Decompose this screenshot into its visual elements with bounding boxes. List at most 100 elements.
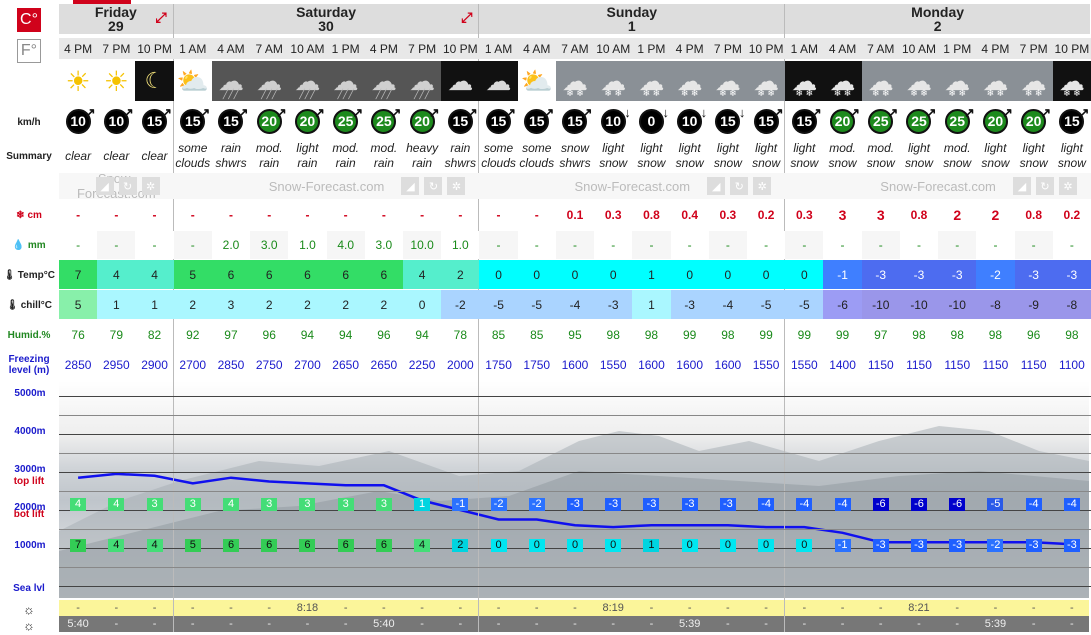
altitude-label: 1000m xyxy=(14,540,46,551)
bot-lift-temp: 5 xyxy=(184,539,201,552)
humidity-cell: 98 xyxy=(950,328,964,342)
refresh-icon[interactable]: ↻ xyxy=(118,177,137,195)
wind-speed-badge: 15 ↗ xyxy=(180,105,210,134)
wind-cell: 20 ↗ xyxy=(403,103,441,139)
sunrise-cell: - xyxy=(955,618,960,630)
summary-cell: rain shwrs xyxy=(215,141,247,170)
cloud-rain-icon: ☁ ╱╱╱ xyxy=(403,61,442,101)
altitude-label: 5000m xyxy=(14,388,46,399)
sunrise-icon: ☼ xyxy=(23,617,35,633)
share-icon[interactable]: ◢ xyxy=(401,177,420,195)
share-icon[interactable]: ◢ xyxy=(707,177,726,195)
time-label: 4 PM xyxy=(59,38,98,59)
wind-direction-icon: ↗ xyxy=(466,104,478,120)
humidity-cell: 98 xyxy=(1065,328,1079,342)
moon-icon: ☾ xyxy=(135,61,174,101)
time-label: 7 AM xyxy=(861,38,900,59)
sealevel-label: Sea lvl xyxy=(13,582,45,594)
rain-cell: - xyxy=(747,231,786,259)
expand-icon[interactable]: ⤢ xyxy=(461,10,472,24)
wind-speed-value: 10 xyxy=(70,113,86,129)
snowflake-icon: ❄ ❄ xyxy=(680,88,699,98)
top-lift-temp: 1 xyxy=(414,498,431,511)
cloud-snow-icon: ☁ ❄ ❄ xyxy=(976,61,1015,101)
snow-cell: - xyxy=(381,208,386,222)
day-header-sunday: Sunday 1 xyxy=(479,4,785,34)
rain-cell: 1.0 xyxy=(288,231,327,259)
fahrenheit-button[interactable]: F° xyxy=(17,39,41,63)
top-lift-temp: -3 xyxy=(643,498,660,511)
sunrise-cell: - xyxy=(190,618,195,630)
summary-cell: light rain xyxy=(296,141,319,170)
settings-icon[interactable]: ✲ xyxy=(1059,177,1077,195)
wind-speed-value: 15 xyxy=(758,113,774,129)
wind-speed-badge: 15 ↗ xyxy=(486,105,516,134)
wind-speed-badge: 25 ↗ xyxy=(944,105,975,134)
snowflake-icon: ❄ ❄ xyxy=(795,88,814,98)
freezing-cell: 2700 xyxy=(179,358,207,372)
raindrop-icon: ╱╱╱ xyxy=(375,89,392,99)
bot-lift-temp: -3 xyxy=(1063,539,1080,552)
rain-cell: - xyxy=(1052,231,1091,259)
rain-cell: - xyxy=(517,231,556,259)
bot-lift-temp: 0 xyxy=(796,539,813,552)
wind-speed-badge: 15 ↗ xyxy=(562,105,592,134)
sunrise-cell: - xyxy=(573,618,577,630)
day-name: Saturday xyxy=(296,4,356,20)
wind-speed-badge: 15 ↗ xyxy=(1059,105,1089,134)
wind-direction-icon: ↓ xyxy=(662,104,669,120)
settings-icon[interactable]: ✲ xyxy=(141,177,160,195)
wind-speed-badge: 10 ↗ xyxy=(65,105,96,134)
refresh-icon[interactable]: ↻ xyxy=(1036,177,1054,195)
time-label: 1 AM xyxy=(173,38,212,59)
top-lift-temp: -3 xyxy=(719,498,736,511)
wind-direction-icon: ↗ xyxy=(1078,104,1090,120)
wind-speed-badge: 25 ↗ xyxy=(868,105,898,134)
bot-lift-temp: 6 xyxy=(223,539,239,552)
wind-cell: 15 ↗ xyxy=(212,103,250,139)
snowflake-icon: ❄ ❄ xyxy=(833,88,852,98)
freezing-cell: 1750 xyxy=(523,358,551,372)
settings-icon[interactable]: ✲ xyxy=(447,177,466,195)
wind-speed-value: 15 xyxy=(1064,113,1080,129)
day-date: 1 xyxy=(627,18,636,34)
time-label: 4 AM xyxy=(517,38,556,59)
wind-direction-icon: ↗ xyxy=(772,104,784,120)
rain-cell: - xyxy=(135,231,174,259)
cloud-snow-icon: ☁ ❄ ❄ xyxy=(708,61,747,101)
sunset-cell: - xyxy=(152,602,157,614)
snow-label: ❄ cm xyxy=(0,206,58,224)
share-icon[interactable]: ◢ xyxy=(95,177,114,195)
settings-icon[interactable]: ✲ xyxy=(753,177,772,195)
refresh-icon[interactable]: ↻ xyxy=(424,177,443,195)
humidity-cell: 99 xyxy=(797,328,811,342)
refresh-icon[interactable]: ↻ xyxy=(730,177,749,195)
wind-speed-value: 20 xyxy=(1025,113,1042,129)
altitude-gridline xyxy=(59,434,1091,435)
sunrise-cell: 5:39 xyxy=(678,618,701,630)
cloud-rain-icon: ☁ ╱╱╱ xyxy=(250,61,289,101)
expand-icon[interactable]: ⤢ xyxy=(155,10,166,24)
time-label: 1 PM xyxy=(326,38,365,59)
bot-lift-temp: 1 xyxy=(643,539,660,552)
wind-speed-badge: 10 ↓ xyxy=(677,105,707,134)
wind-speed-value: 15 xyxy=(528,113,545,129)
rain-cell: 3.0 xyxy=(250,231,289,259)
day-name: Monday xyxy=(911,4,965,20)
summary-cell: mod. rain xyxy=(370,141,398,170)
wind-speed-value: 20 xyxy=(299,113,316,129)
wind-cell: 15 ↗ xyxy=(1053,103,1091,139)
time-label: 10 PM xyxy=(747,38,786,59)
summary-cell: some clouds xyxy=(519,141,555,170)
snow-cell: 0.3 xyxy=(719,208,737,222)
freezing-cell: 1400 xyxy=(829,358,856,372)
share-icon[interactable]: ◢ xyxy=(1013,177,1031,195)
celsius-button[interactable]: C° xyxy=(17,8,41,32)
wind-speed-badge: 15 ↗ xyxy=(524,105,554,134)
wind-speed-badge: 15 ↗ xyxy=(218,105,248,134)
snowflake-icon: ❄ ❄ xyxy=(642,88,661,98)
wind-cell: 15 ↗ xyxy=(441,103,479,139)
freezing-cell: 2000 xyxy=(446,358,474,372)
moon-cloud-icon: ☁ xyxy=(479,61,518,101)
sunrise-cell: - xyxy=(267,618,272,630)
